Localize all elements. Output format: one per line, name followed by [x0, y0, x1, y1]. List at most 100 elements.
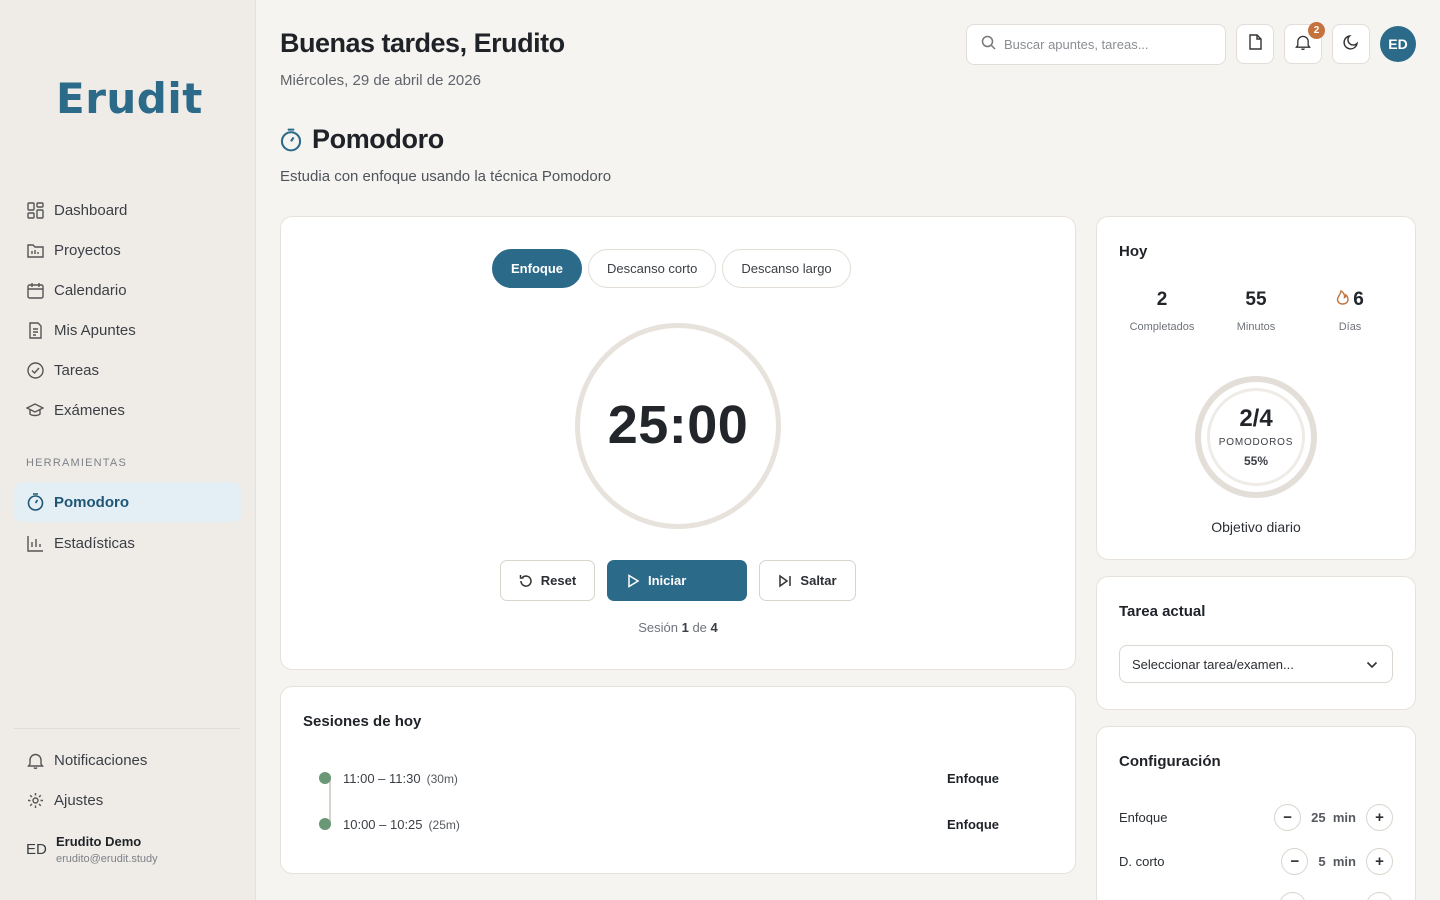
sidebar-item-dashboard[interactable]: Dashboard [14, 190, 241, 230]
search-box[interactable] [966, 24, 1226, 65]
page-subtitle: Estudia con enfoque usando la técnica Po… [280, 168, 612, 185]
sidebar-item-label: Pomodoro [54, 493, 129, 511]
timeline-dot [319, 818, 331, 830]
sidebar-item-estadisticas[interactable]: Estadísticas [14, 523, 241, 563]
short-break-stepper: − 5 min + [1281, 847, 1393, 875]
bell-icon [26, 751, 44, 769]
tab-enfoque[interactable]: Enfoque [492, 249, 582, 288]
increment-button[interactable] [1366, 891, 1393, 900]
document-icon [1248, 33, 1263, 55]
decrement-button[interactable] [1279, 891, 1306, 900]
sidebar-item-ajustes[interactable]: Ajustes [14, 780, 241, 820]
start-button[interactable]: Iniciar [607, 560, 747, 601]
session-duration: (30m) [426, 772, 458, 786]
goal-percent: 55% [1243, 454, 1269, 468]
stat-streak: 6 Días [1303, 289, 1397, 333]
stat-completed: 2 Completados [1115, 289, 1209, 333]
session-type: Enfoque [947, 771, 999, 786]
search-icon [981, 35, 996, 55]
stepper-number: 25 [1311, 809, 1326, 825]
decrement-button[interactable]: − [1274, 803, 1302, 831]
task-select[interactable]: Seleccionar tarea/examen... [1119, 645, 1393, 683]
skip-icon [778, 574, 792, 588]
current-date: Miércoles, 29 de abril de 2026 [280, 72, 481, 89]
main-nav: Dashboard Proyectos Calendario Mis Apunt… [14, 190, 241, 430]
start-label: Iniciar [648, 573, 687, 588]
timer-card: Enfoque Descanso corto Descanso largo 25… [280, 216, 1076, 670]
sidebar: Erudit Dashboard Proyectos Calendario Mi… [0, 0, 256, 900]
increment-button[interactable]: + [1366, 847, 1393, 875]
session-total: 4 [710, 620, 718, 635]
session-time-range: 11:00 – 11:30 [343, 771, 421, 786]
goal-value: 2/4 [1239, 405, 1273, 432]
stepper-unit: min [1332, 809, 1356, 825]
sidebar-item-tareas[interactable]: Tareas [14, 350, 241, 390]
sidebar-item-label: Ajustes [54, 791, 104, 809]
sidebar-item-label: Estadísticas [54, 534, 135, 552]
chevron-down-icon [1366, 657, 1378, 672]
user-initials: ED [26, 841, 47, 858]
sidebar-divider [14, 728, 240, 729]
document-button[interactable] [1236, 24, 1274, 64]
sidebar-item-label: Dashboard [54, 201, 128, 219]
current-task-title: Tarea actual [1119, 603, 1206, 620]
sidebar-item-pomodoro[interactable]: Pomodoro [14, 482, 241, 522]
sidebar-item-label: Notificaciones [54, 751, 148, 769]
timeline-dot [319, 772, 331, 784]
tab-descanso-corto[interactable]: Descanso corto [588, 249, 717, 288]
task-select-value: Seleccionar tarea/examen... [1132, 656, 1294, 672]
goal-caption: Objetivo diario [1211, 519, 1301, 535]
mode-tabs: Enfoque Descanso corto Descanso largo [492, 249, 851, 288]
reset-icon [519, 574, 533, 588]
today-title: Hoy [1119, 243, 1148, 260]
stepper-value: 25 min [1311, 810, 1356, 825]
notes-icon [26, 321, 44, 339]
stat-streak-label: Días [1338, 321, 1362, 333]
gear-icon [26, 791, 44, 809]
skip-button[interactable]: Saltar [759, 560, 856, 601]
flame-icon [1336, 289, 1349, 311]
today-card: Hoy 2 Completados 55 Minutos 6 Días 2/4 … [1096, 216, 1416, 560]
sidebar-item-notificaciones[interactable]: Notificaciones [14, 740, 241, 780]
erudit-logo[interactable]: Erudit [56, 74, 203, 123]
folder-icon [26, 241, 44, 259]
user-email: erudito@erudit.study [56, 853, 158, 865]
timeline-line [329, 779, 331, 825]
sessions-title: Sesiones de hoy [303, 713, 422, 730]
avatar[interactable]: ED [1380, 26, 1416, 62]
increment-button[interactable]: + [1366, 803, 1393, 831]
skip-label: Saltar [800, 573, 837, 588]
user-profile[interactable]: ED Erudito Demo erudito@erudit.study [26, 834, 158, 865]
stat-streak-value-wrap: 6 [1303, 289, 1397, 311]
focus-stepper: − 25 min + [1274, 803, 1393, 831]
user-name: Erudito Demo [56, 834, 142, 849]
graduation-cap-icon [26, 401, 44, 419]
tab-descanso-largo[interactable]: Descanso largo [722, 249, 851, 288]
session-prefix: Sesión [638, 620, 678, 635]
check-circle-icon [26, 361, 44, 379]
sidebar-item-mis-apuntes[interactable]: Mis Apuntes [14, 310, 241, 350]
sidebar-item-examenes[interactable]: Exámenes [14, 390, 241, 430]
config-label: Enfoque [1119, 809, 1168, 825]
sidebar-item-label: Proyectos [54, 241, 121, 259]
notifications-button[interactable]: 2 [1284, 22, 1325, 64]
config-row-descanso-corto: D. corto − 5 min + [1119, 847, 1393, 875]
decrement-button[interactable]: − [1281, 847, 1309, 875]
sessions-card: Sesiones de hoy 11:00 – 11:30 (30m) Enfoq… [280, 686, 1076, 874]
stat-minutes-value: 55 [1245, 289, 1267, 310]
config-row-partial [1119, 891, 1393, 900]
sidebar-item-calendario[interactable]: Calendario [14, 270, 241, 310]
tools-nav: Pomodoro Estadísticas [14, 482, 241, 563]
goal-label: POMODOROS [1218, 437, 1294, 448]
session-time-range: 10:00 – 10:25 [343, 817, 423, 832]
sidebar-item-label: Tareas [54, 361, 100, 379]
stat-minutes-label: Minutos [1236, 321, 1276, 333]
session-time: 11:00 – 11:30 (30m) [343, 771, 458, 786]
reset-button[interactable]: Reset [500, 560, 595, 601]
stepper-unit: min [1332, 853, 1356, 869]
theme-toggle-button[interactable] [1332, 24, 1370, 64]
sidebar-item-proyectos[interactable]: Proyectos [14, 230, 241, 270]
partial-stepper [1279, 891, 1393, 900]
dashboard-icon [26, 201, 44, 219]
search-input[interactable] [1004, 37, 1204, 52]
